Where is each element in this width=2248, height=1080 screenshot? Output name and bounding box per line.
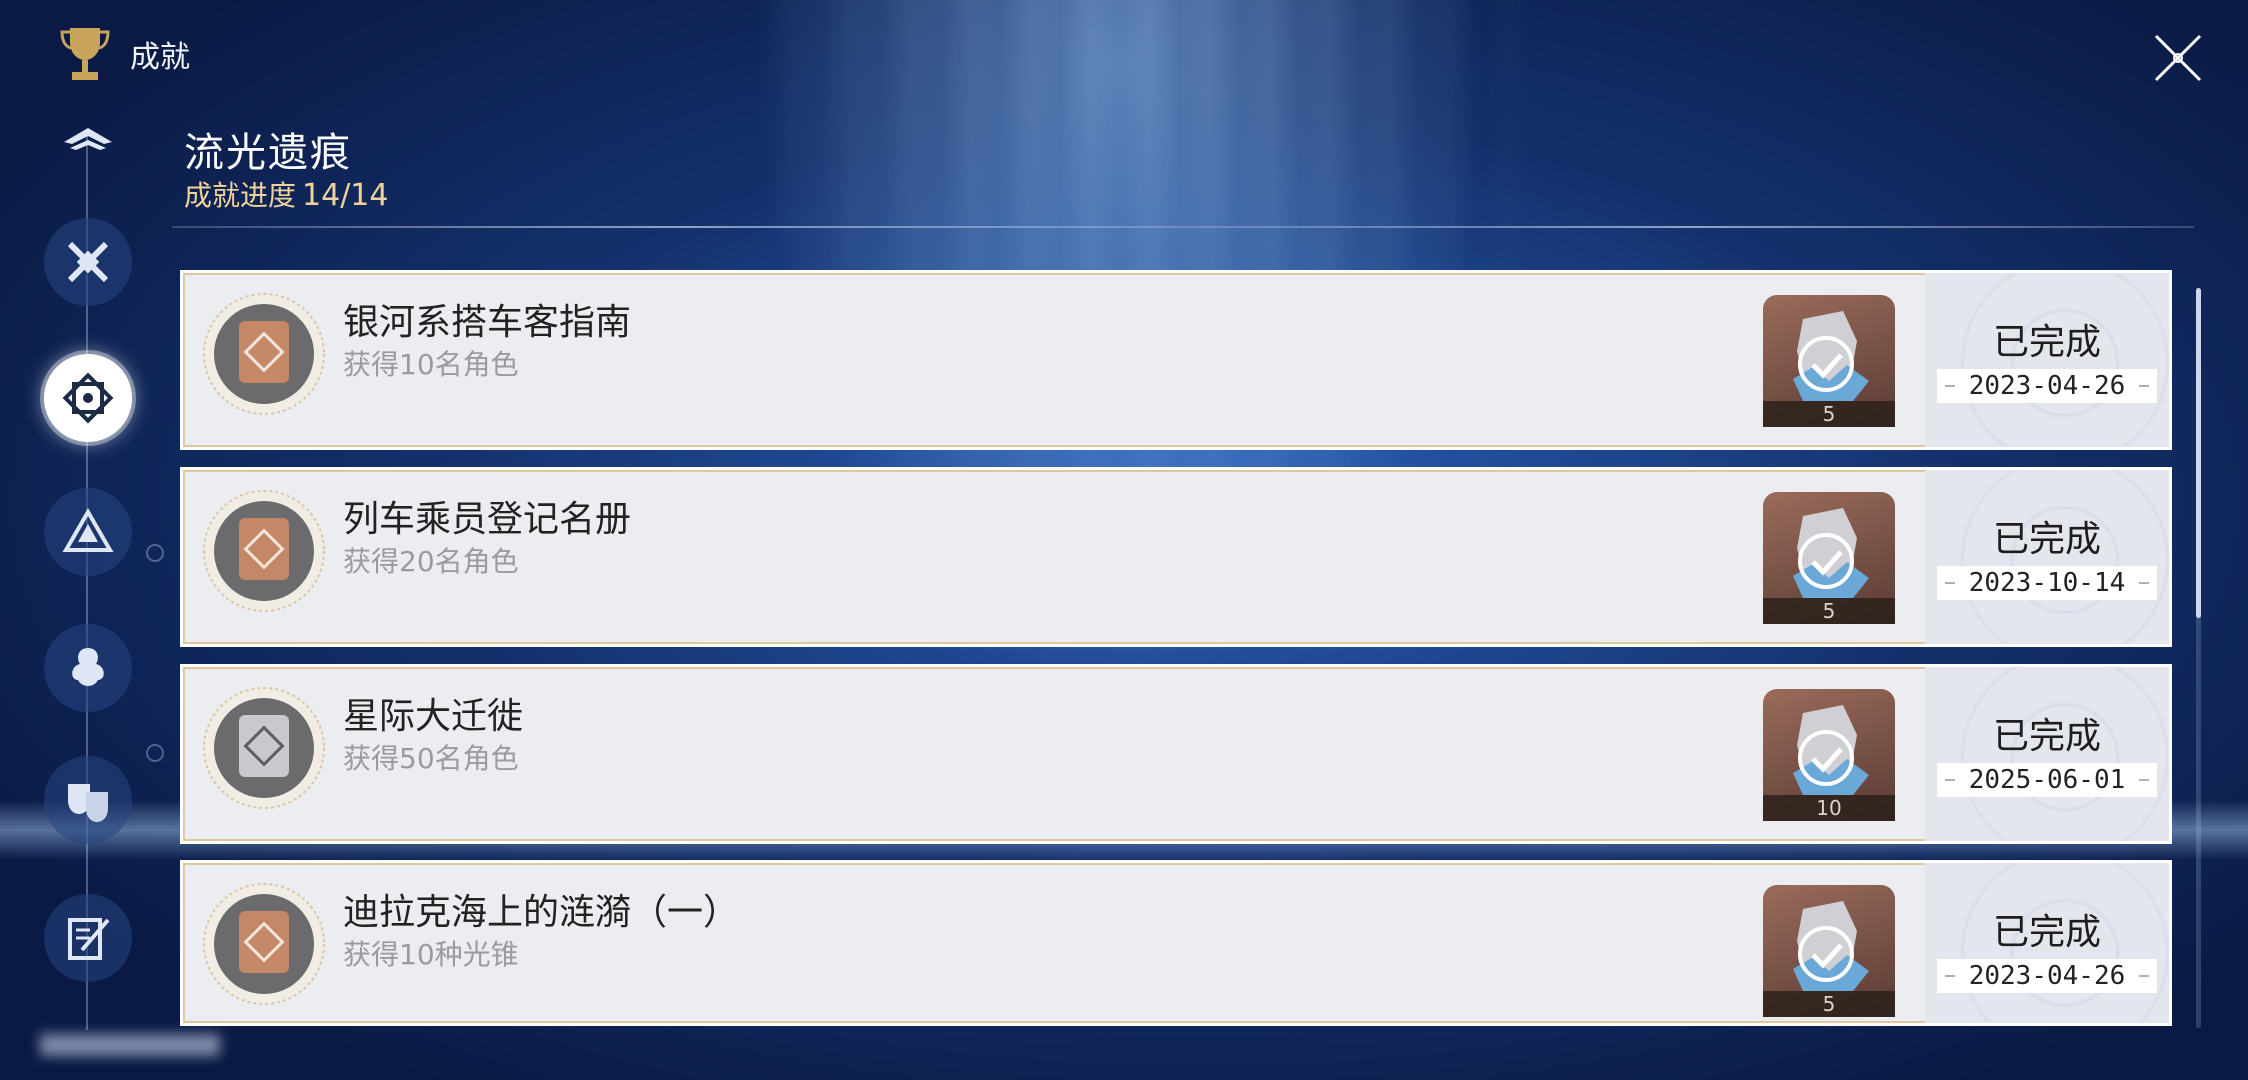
silver-medal-icon [203,687,325,809]
crossed-swords-icon [67,241,109,283]
achievement-name: 银河系搭车客指南 [343,302,632,343]
completion-date: 2023-10-14 [1937,566,2157,600]
wings-emblem-icon [64,128,112,150]
status-panel: 已完成 2025-06-01 [1925,667,2169,841]
sidebar-item-5[interactable] [44,624,132,712]
checkmark-icon [1798,533,1854,589]
sidebar-item-2[interactable] [44,218,132,306]
triangle-knot-icon [62,508,114,552]
scrollbar-thumb[interactable] [2196,288,2201,618]
achievement-card[interactable]: 列车乘员登记名册 获得20名角色 5 已完成 2023-10-14 [180,467,2172,647]
bronze-medal-icon [203,293,325,415]
divider [1194,226,2194,228]
achievement-desc: 获得10种光锥 [343,938,519,971]
progress-value: 14/14 [302,178,389,213]
reward-quantity: 5 [1763,401,1895,427]
reward-quantity: 5 [1763,991,1895,1017]
reward-item[interactable]: 10 [1763,689,1895,821]
bronze-medal-icon [203,883,325,1005]
reward-quantity: 10 [1763,795,1895,821]
checkmark-icon [1798,336,1854,392]
status-label: 已完成 [1992,519,2101,560]
completion-date: 2025-06-01 [1937,763,2157,797]
reward-quantity: 5 [1763,598,1895,624]
theater-masks-icon [68,784,108,822]
reward-item[interactable]: 5 [1763,885,1895,1017]
achievement-desc: 获得20名角色 [343,545,519,578]
achievement-name: 列车乘员登记名册 [343,499,632,540]
status-label: 已完成 [1992,912,2101,953]
category-progress: 成就进度 14/14 [184,174,388,214]
status-panel: 已完成 2023-04-26 [1925,273,2169,447]
achievement-card[interactable]: 银河系搭车客指南 获得10名角色 5 已完成 2023-04-26 [180,270,2172,450]
app-header: 成就 [58,24,190,84]
achievement-desc: 获得10名角色 [343,348,519,381]
achievement-card[interactable]: 星际大迁徙 获得50名角色 10 已完成 2025-06-01 [180,664,2172,844]
sidebar-node [146,744,164,762]
reward-item[interactable]: 5 [1763,492,1895,624]
achievement-name: 迪拉克海上的涟漪（一） [343,892,740,933]
completion-date: 2023-04-26 [1937,369,2157,403]
achievement-card[interactable]: 迪拉克海上的涟漪（一） 获得10种光锥 5 已完成 2023-04-26 [180,860,2172,1026]
tentacle-emblem-icon [72,648,104,686]
status-panel: 已完成 2023-04-26 [1925,863,2169,1023]
category-title: 流光遗痕 [184,130,352,176]
blurred-uid [40,1034,220,1056]
quill-notebook-icon [68,918,110,960]
divider [172,226,1194,228]
progress-label: 成就进度 [184,179,297,212]
sidebar-item-6[interactable] [44,756,132,844]
close-icon[interactable] [2150,30,2206,86]
sidebar-item-1[interactable] [44,98,132,186]
sidebar-item-7[interactable] [44,894,132,982]
status-label: 已完成 [1992,322,2101,363]
reward-item[interactable]: 5 [1763,295,1895,427]
status-label: 已完成 [1992,716,2101,757]
bronze-medal-icon [203,490,325,612]
trophy-icon [60,28,110,80]
header-title: 成就 [130,40,190,75]
achievement-name: 星际大迁徙 [343,696,524,737]
sidebar-node [146,544,164,562]
completion-date: 2023-04-26 [1937,959,2157,993]
status-panel: 已完成 2023-10-14 [1925,470,2169,644]
checkmark-icon [1798,730,1854,786]
achievement-desc: 获得50名角色 [343,742,519,775]
checkmark-icon [1798,926,1854,982]
sidebar-item-3-active[interactable] [44,354,132,442]
diamond-emblem-icon [62,372,114,424]
sidebar-item-4[interactable] [44,488,132,576]
